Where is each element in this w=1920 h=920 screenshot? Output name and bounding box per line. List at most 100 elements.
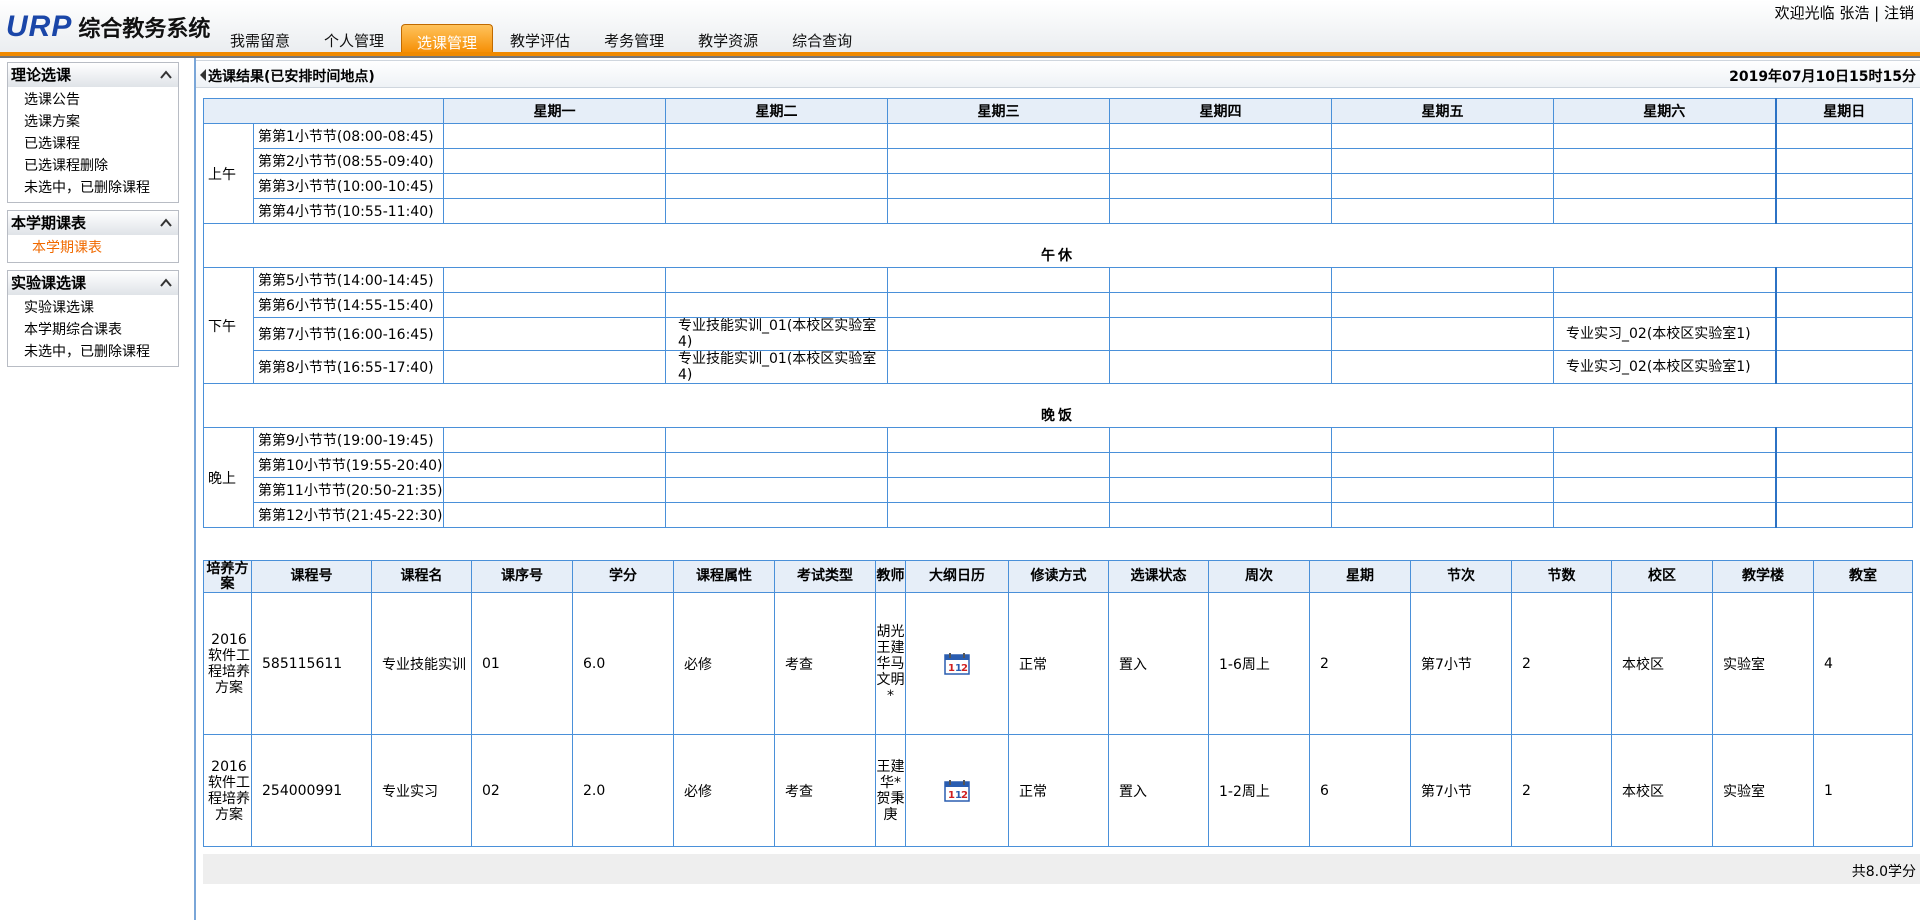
schedule-cell bbox=[443, 317, 666, 351]
schedule-cell bbox=[443, 173, 666, 199]
noon-break-label: 午休 bbox=[203, 223, 1913, 268]
schedule-cell bbox=[1109, 173, 1332, 199]
cell-credit: 6.0 bbox=[572, 592, 674, 735]
cell-mode: 正常 bbox=[1008, 734, 1109, 847]
tab-my-notice[interactable]: 我需留意 bbox=[213, 22, 307, 52]
separator: | bbox=[1874, 4, 1880, 22]
sidebar-group-term: 本学期课表 本学期课表 bbox=[7, 210, 179, 263]
period-row: 第第10小节节(19:55-20:40) bbox=[204, 452, 1913, 478]
schedule-cell bbox=[1109, 292, 1332, 318]
cell-teacher: 王建华*贺秉庚 bbox=[875, 734, 906, 847]
schedule-cell bbox=[1331, 477, 1554, 503]
logo: URP 综合教务系统 bbox=[6, 10, 210, 46]
cell-seq: 01 bbox=[471, 592, 573, 735]
schedule-cell bbox=[1109, 477, 1332, 503]
sidebar-item-unselected-deleted[interactable]: 未选中，已删除课程 bbox=[24, 177, 178, 199]
column-header: 考试类型 bbox=[774, 560, 876, 593]
sidebar-item-term-schedule[interactable]: 本学期课表 bbox=[24, 237, 178, 259]
period-label: 第第8小节节(16:55-17:40) bbox=[253, 350, 444, 384]
period-row: 第第2小节节(08:55-09:40) bbox=[204, 148, 1913, 174]
period-label: 第第2小节节(08:55-09:40) bbox=[253, 148, 444, 174]
svg-text:1: 1 bbox=[948, 663, 955, 674]
cell-session: 第7小节 bbox=[1410, 734, 1512, 847]
sidebar: 理论选课 选课公告 选课方案 已选课程 已选课程删除 未选中，已删除课程 本学期… bbox=[7, 62, 179, 374]
cell-status: 置入 bbox=[1108, 734, 1209, 847]
column-header: 周次 bbox=[1208, 560, 1310, 593]
schedule-cell bbox=[1109, 502, 1332, 528]
course-list-table: 培养方案 课程号 课程名 课序号 学分 课程属性 考试类型 教师 大纲日历 修读… bbox=[203, 560, 1913, 847]
schedule-cell bbox=[443, 477, 666, 503]
sidebar-item-selected[interactable]: 已选课程 bbox=[24, 133, 178, 155]
main-nav: 我需留意 个人管理 选课管理 教学评估 考务管理 教学资源 综合查询 bbox=[213, 22, 869, 54]
tab-resources[interactable]: 教学资源 bbox=[681, 22, 775, 52]
cell-weeks: 1-2周上 bbox=[1208, 734, 1310, 847]
schedule-cell bbox=[1109, 123, 1332, 149]
sidebar-item-delete-selected[interactable]: 已选课程删除 bbox=[24, 155, 178, 177]
cell-building: 实验室 bbox=[1712, 592, 1814, 735]
schedule-cell bbox=[1331, 123, 1554, 149]
column-header: 节数 bbox=[1511, 560, 1612, 593]
schedule-cell bbox=[1109, 148, 1332, 174]
chevron-up-icon[interactable] bbox=[159, 276, 173, 290]
logout-link[interactable]: 注销 bbox=[1884, 4, 1914, 22]
period-row: 第第6小节节(14:55-15:40) bbox=[204, 292, 1913, 318]
cell-count: 2 bbox=[1511, 734, 1612, 847]
sidebar-group-title: 理论选课 bbox=[11, 66, 72, 84]
sidebar-item-announcement[interactable]: 选课公告 bbox=[24, 89, 178, 111]
schedule-cell bbox=[1331, 427, 1554, 453]
sidebar-item-lab-unselected[interactable]: 未选中，已删除课程 bbox=[24, 341, 178, 363]
tab-personal[interactable]: 个人管理 bbox=[307, 22, 401, 52]
sidebar-group-header[interactable]: 本学期课表 bbox=[8, 211, 178, 235]
schedule-cell bbox=[665, 267, 888, 293]
tab-evaluation[interactable]: 教学评估 bbox=[493, 22, 587, 52]
schedule-cell bbox=[1774, 350, 1913, 384]
tab-exam[interactable]: 考务管理 bbox=[587, 22, 681, 52]
calendar-icon[interactable]: 112 bbox=[944, 779, 970, 802]
sidebar-group-header[interactable]: 实验课选课 bbox=[8, 271, 178, 295]
column-header: 教学楼 bbox=[1712, 560, 1814, 593]
period-label: 第第1小节节(08:00-08:45) bbox=[253, 123, 444, 149]
schedule-cell bbox=[443, 502, 666, 528]
tab-query[interactable]: 综合查询 bbox=[775, 22, 869, 52]
chevron-up-icon[interactable] bbox=[159, 68, 173, 82]
chevron-up-icon[interactable] bbox=[159, 216, 173, 230]
cell-credit: 2.0 bbox=[572, 734, 674, 847]
segment-morning: 上午 bbox=[203, 123, 254, 224]
sidebar-item-lab-selection[interactable]: 实验课选课 bbox=[24, 297, 178, 319]
calendar-icon[interactable]: 112 bbox=[944, 652, 970, 675]
schedule-cell bbox=[665, 173, 888, 199]
sidebar-item-plan[interactable]: 选课方案 bbox=[24, 111, 178, 133]
dinner-break-label: 晚饭 bbox=[203, 383, 1913, 428]
triangle-left-icon[interactable] bbox=[200, 69, 206, 81]
schedule-cell bbox=[443, 292, 666, 318]
weekday-header: 星期一 bbox=[443, 98, 666, 124]
sidebar-group-header[interactable]: 理论选课 bbox=[8, 63, 178, 87]
column-header: 课程名 bbox=[371, 560, 472, 593]
schedule-cell bbox=[1109, 317, 1332, 351]
column-header: 校区 bbox=[1611, 560, 1713, 593]
period-row: 第第11小节节(20:50-21:35) bbox=[204, 477, 1913, 503]
schedule-cell bbox=[887, 427, 1110, 453]
schedule-cell bbox=[1774, 123, 1913, 149]
cell-seq: 02 bbox=[471, 734, 573, 847]
schedule-cell bbox=[887, 123, 1110, 149]
schedule-cell bbox=[1774, 148, 1913, 174]
svg-text:2: 2 bbox=[961, 790, 968, 801]
segment-evening: 晚上 bbox=[203, 427, 254, 528]
schedule-cell bbox=[887, 350, 1110, 384]
system-name: 综合教务系统 bbox=[78, 17, 211, 42]
column-header: 课程号 bbox=[251, 560, 372, 593]
page-title: 选课结果(已安排时间地点) bbox=[208, 69, 375, 85]
schedule-cell bbox=[665, 123, 888, 149]
sidebar-group-title: 本学期课表 bbox=[11, 214, 87, 232]
period-label: 第第5小节节(14:00-14:45) bbox=[253, 267, 444, 293]
sidebar-group-title: 实验课选课 bbox=[11, 274, 87, 292]
cell-exam: 考查 bbox=[774, 734, 876, 847]
segment-afternoon: 下午 bbox=[203, 267, 254, 384]
schedule-cell bbox=[1553, 198, 1776, 224]
sidebar-item-combined-schedule[interactable]: 本学期综合课表 bbox=[24, 319, 178, 341]
schedule-cell bbox=[1774, 198, 1913, 224]
tab-course-selection[interactable]: 选课管理 bbox=[401, 24, 494, 54]
app-root: URP 综合教务系统 欢迎光临 张浩 | 注销 我需留意 个人管理 选课管理 教… bbox=[0, 0, 1920, 920]
period-row: 第第12小节节(21:45-22:30) bbox=[204, 502, 1913, 528]
